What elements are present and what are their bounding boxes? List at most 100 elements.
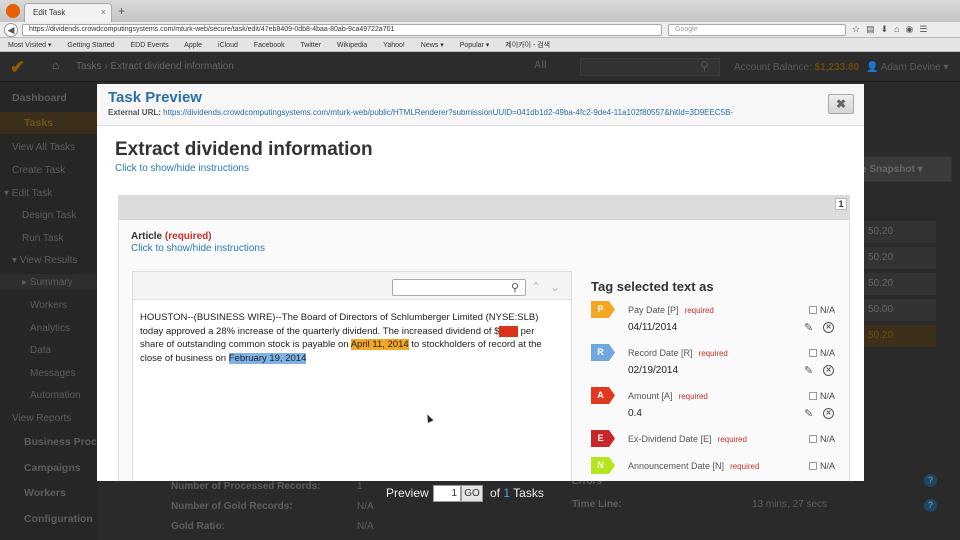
sidebar-item-messages[interactable]: Messages [0,368,98,379]
stat-value: N/A [357,501,374,512]
clear-icon[interactable]: ✕ [823,365,834,376]
modal-header: Task Preview External URL: https://divid… [97,84,864,126]
article-search-input[interactable]: ⚲ [392,279,526,296]
sidebar-item-design-task[interactable]: Design Task [0,210,98,221]
article-text[interactable]: HOUSTON--(BUSINESS WIRE)--The Board of D… [140,311,550,365]
tag-badge[interactable]: R [591,344,615,361]
clear-icon[interactable]: ✕ [823,322,834,333]
tag-badge[interactable]: E [591,430,615,447]
pencil-icon[interactable]: ✎ [804,321,813,334]
bookmark-item[interactable]: 제이카이 - 검색 [505,42,550,49]
bookmark-item[interactable]: Popular ▾ [460,42,490,49]
stat-label: Time Line: [572,499,622,510]
balance-label: Account Balance: [734,62,812,73]
na-checkbox[interactable] [809,392,817,400]
article-label-text: Article [131,231,163,242]
na-checkbox[interactable] [809,349,817,357]
bookmark-item[interactable]: Apple [184,42,202,49]
app-search-input[interactable] [580,58,720,76]
sidebar-item-automation[interactable]: Automation [0,390,98,401]
sidebar-item-workers-main[interactable]: Workers [0,487,98,499]
tag-badge[interactable]: A [591,387,615,404]
na-label: N/A [820,391,836,401]
sidebar-item-campaigns[interactable]: Campaigns [0,462,98,474]
bookmark-item[interactable]: Getting Started [67,42,114,49]
search-icon[interactable]: ⚲ [511,281,519,294]
pager-total-count: 1 [503,486,511,500]
modal-close-button[interactable]: ✖ [828,94,854,114]
bookmark-item[interactable]: Most Visited ▾ [8,42,51,49]
home-icon[interactable]: ⌂ [52,58,59,72]
sidebar-item-view-all-tasks[interactable]: View All Tasks [0,142,98,153]
close-icon[interactable]: × [101,7,106,17]
bookmark-item[interactable]: Twitter [300,42,321,49]
sidebar-item-summary[interactable]: ▸ Summary [0,274,98,290]
bookmark-item[interactable]: EDD Events [130,42,168,49]
tag-row-announcement-date: N Announcement Date [N] required N/A [591,457,843,477]
stat-label: Gold Ratio: [171,521,225,532]
highlight-amount[interactable]: 0.40 [499,325,518,337]
help-icon[interactable]: ? [924,474,937,487]
bookmark-item[interactable]: News ▾ [421,42,444,49]
user-name: Adam Devine ▾ [880,62,949,73]
na-label: N/A [820,305,836,315]
sidebar-item-workers[interactable]: Workers [0,300,98,311]
external-url-link[interactable]: https://dividends.crowdcomputingsystems.… [163,108,733,117]
sidebar-item-run-task[interactable]: Run Task [0,233,98,244]
sidebar-item-edit-task[interactable]: ▾ Edit Task [0,188,98,199]
pencil-icon[interactable]: ✎ [804,407,813,420]
bookmark-item[interactable]: Yahoo! [383,42,405,49]
na-label: N/A [820,434,836,444]
sidebar-item-view-reports[interactable]: View Reports [0,413,98,424]
tag-name-text: Announcement Date [N] [628,461,725,471]
go-button[interactable]: GO [461,485,483,502]
sidebar-item-dashboard[interactable]: Dashboard [0,92,98,104]
toolbar-icons[interactable]: ☆▤⬇⌂◉☰ [852,24,933,35]
article-toggle-instructions-link[interactable]: Click to show/hide instructions [131,243,265,254]
clear-icon[interactable]: ✕ [823,408,834,419]
tag-row-pay-date: P Pay Date [P] required N/A 04/11/2014 ✎ … [591,301,843,334]
tag-badge[interactable]: P [591,301,615,318]
toggle-instructions-link[interactable]: Click to show/hide instructions [115,163,249,174]
sidebar-item-tasks[interactable]: Tasks [0,112,98,134]
browser-search-input[interactable]: Google [668,24,846,36]
snapshot-button[interactable]: e Snapshot ▾ [852,156,952,182]
new-tab-button[interactable]: + [118,4,125,18]
tag-row-ex-dividend-date: E Ex-Dividend Date [E] required N/A [591,430,843,450]
bookmark-item[interactable]: iCloud [218,42,238,49]
logo-checkmark-icon[interactable]: ✔ [10,57,34,77]
task-preview-modal: Task Preview External URL: https://divid… [97,84,864,481]
filter-select[interactable]: All [534,60,547,71]
back-arrow-icon[interactable]: ◀ [4,23,18,37]
sidebar-item-create-task[interactable]: Create Task [0,165,98,176]
highlight-record-date[interactable]: February 19, 2014 [228,352,307,364]
sidebar-item-configuration[interactable]: Configuration [0,513,98,525]
breadcrumb[interactable]: Tasks › Extract dividend information [76,61,234,72]
sidebar-item-analytics[interactable]: Analytics [0,323,98,334]
stat-label: Number of Gold Records: [171,501,293,512]
tag-row-amount: A Amount [A] required N/A 0.4 ✎ ✕ [591,387,843,420]
chevron-up-icon[interactable]: ⌃ [531,280,541,294]
firefox-icon[interactable] [6,4,20,18]
na-checkbox[interactable] [809,462,817,470]
search-icon[interactable]: ⚲ [700,59,709,73]
browser-tab[interactable]: Edit Task × [24,3,112,22]
chevron-down-icon[interactable]: ⌄ [550,280,560,294]
sidebar-item-view-results[interactable]: ▾ View Results [0,255,98,266]
user-menu[interactable]: 👤 Adam Devine ▾ [866,62,949,73]
help-icon[interactable]: ? [924,499,937,512]
sidebar-item-data[interactable]: Data [0,345,98,356]
bookmark-item[interactable]: Wikipedia [337,42,367,49]
pencil-icon[interactable]: ✎ [804,364,813,377]
external-url: External URL: https://dividends.crowdcom… [108,108,733,117]
na-checkbox[interactable] [809,306,817,314]
highlight-pay-date[interactable]: April 11, 2014 [350,339,409,350]
bookmarks-bar: Most Visited ▾ Getting Started EDD Event… [0,38,960,52]
sidebar-item-business-process[interactable]: Business Proces [0,436,98,448]
tag-badge[interactable]: N [591,457,615,474]
tag-row-record-date: R Record Date [R] required N/A 02/19/2014… [591,344,843,377]
address-bar[interactable]: https://dividends.crowdcomputingsystems.… [22,24,662,36]
page-number-input[interactable]: 1 [433,485,461,502]
bookmark-item[interactable]: Facebook [254,42,285,49]
na-checkbox[interactable] [809,435,817,443]
